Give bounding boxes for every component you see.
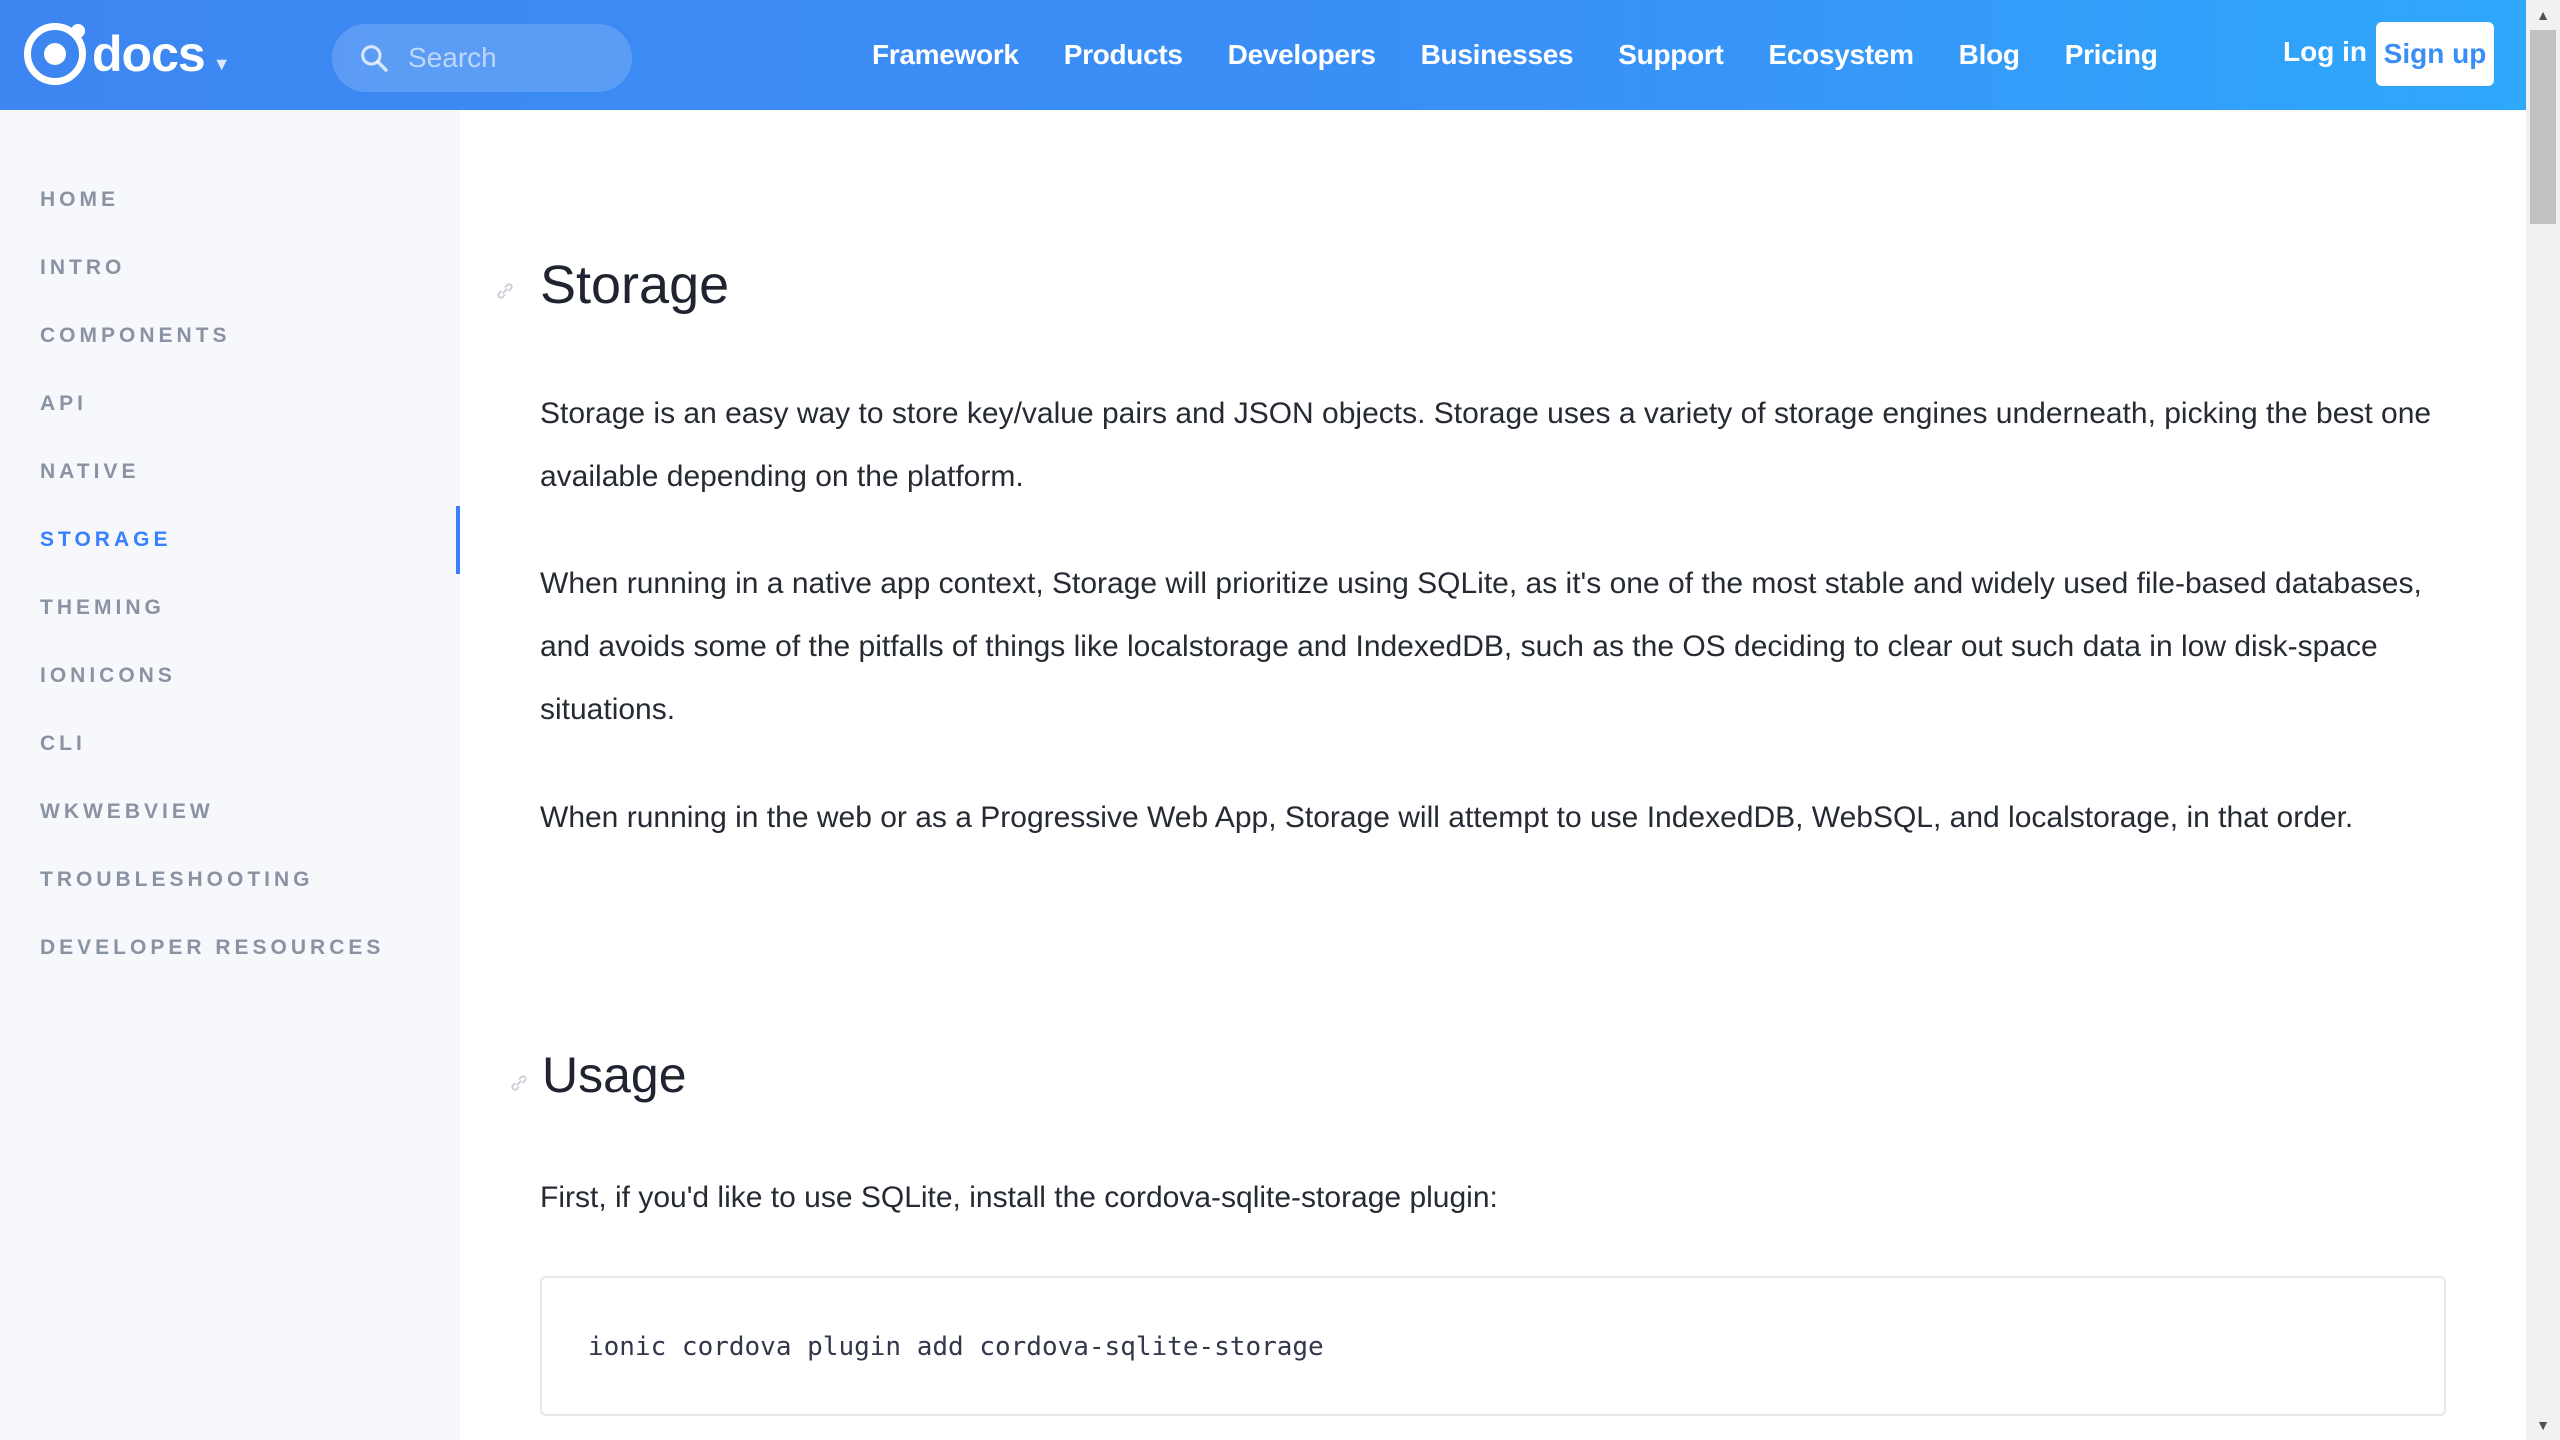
login-link[interactable]: Log in xyxy=(2283,36,2367,68)
nav-ecosystem[interactable]: Ecosystem xyxy=(1769,39,1914,71)
search-box[interactable] xyxy=(332,24,632,92)
chevron-down-icon[interactable]: ▼ xyxy=(213,54,231,75)
search-icon xyxy=(361,45,388,72)
scroll-up-arrow-icon[interactable]: ▲ xyxy=(2526,0,2560,30)
sidebar-item-home[interactable]: HOME xyxy=(0,166,460,234)
main-content: Storage Storage is an easy way to store … xyxy=(460,110,2526,1440)
usage-heading: Usage xyxy=(542,1047,687,1103)
signup-button[interactable]: Sign up xyxy=(2376,22,2494,86)
logo-text: docs xyxy=(92,26,206,82)
native-paragraph: When running in a native app context, St… xyxy=(540,567,2422,726)
sidebar-item-api[interactable]: API xyxy=(0,370,460,438)
web-paragraph: When running in the web or as a Progress… xyxy=(540,801,2354,834)
main-nav: Framework Products Developers Businesses… xyxy=(872,0,2203,110)
nav-pricing[interactable]: Pricing xyxy=(2065,39,2158,71)
nav-businesses[interactable]: Businesses xyxy=(1421,39,1574,71)
nav-framework[interactable]: Framework xyxy=(872,39,1019,71)
link-icon[interactable] xyxy=(508,1072,530,1094)
code-snippet[interactable]: ionic cordova plugin add cordova-sqlite-… xyxy=(588,1332,1324,1362)
nav-blog[interactable]: Blog xyxy=(1959,39,2020,71)
search-input[interactable] xyxy=(408,42,608,74)
scroll-thumb[interactable] xyxy=(2530,30,2556,224)
sidebar-item-wkwebview[interactable]: WKWEBVIEW xyxy=(0,778,460,846)
scroll-down-arrow-icon[interactable]: ▼ xyxy=(2526,1410,2560,1440)
nav-developers[interactable]: Developers xyxy=(1228,39,1376,71)
sidebar-item-components[interactable]: COMPONENTS xyxy=(0,302,460,370)
nav-support[interactable]: Support xyxy=(1618,39,1724,71)
sidebar-item-theming[interactable]: THEMING xyxy=(0,574,460,642)
nav-products[interactable]: Products xyxy=(1064,39,1183,71)
intro-paragraph: Storage is an easy way to store key/valu… xyxy=(540,397,2432,493)
page-title: Storage xyxy=(540,255,730,315)
sidebar-item-troubleshooting[interactable]: TROUBLESHOOTING xyxy=(0,846,460,914)
sidebar-item-cli[interactable]: CLI xyxy=(0,710,460,778)
vertical-scrollbar[interactable]: ▲ ▼ xyxy=(2526,0,2560,1440)
top-navbar: docs ▼ Framework Products Developers Bus… xyxy=(0,0,2526,110)
code-block: ionic cordova plugin add cordova-sqlite-… xyxy=(540,1276,2446,1416)
docs-sidebar: HOME INTRO COMPONENTS API NATIVE STORAGE… xyxy=(0,110,460,1440)
sidebar-item-intro[interactable]: INTRO xyxy=(0,234,460,302)
link-icon[interactable] xyxy=(494,280,516,302)
docs-logo[interactable]: docs ▼ xyxy=(24,22,231,86)
sidebar-item-developer-resources[interactable]: DEVELOPER RESOURCES xyxy=(0,914,460,982)
ionic-logo-icon xyxy=(24,23,86,85)
usage-intro: First, if you'd like to use SQLite, inst… xyxy=(540,1181,1498,1214)
sidebar-item-ionicons[interactable]: IONICONS xyxy=(0,642,460,710)
sidebar-item-storage[interactable]: STORAGE xyxy=(0,506,460,574)
sidebar-item-native[interactable]: NATIVE xyxy=(0,438,460,506)
